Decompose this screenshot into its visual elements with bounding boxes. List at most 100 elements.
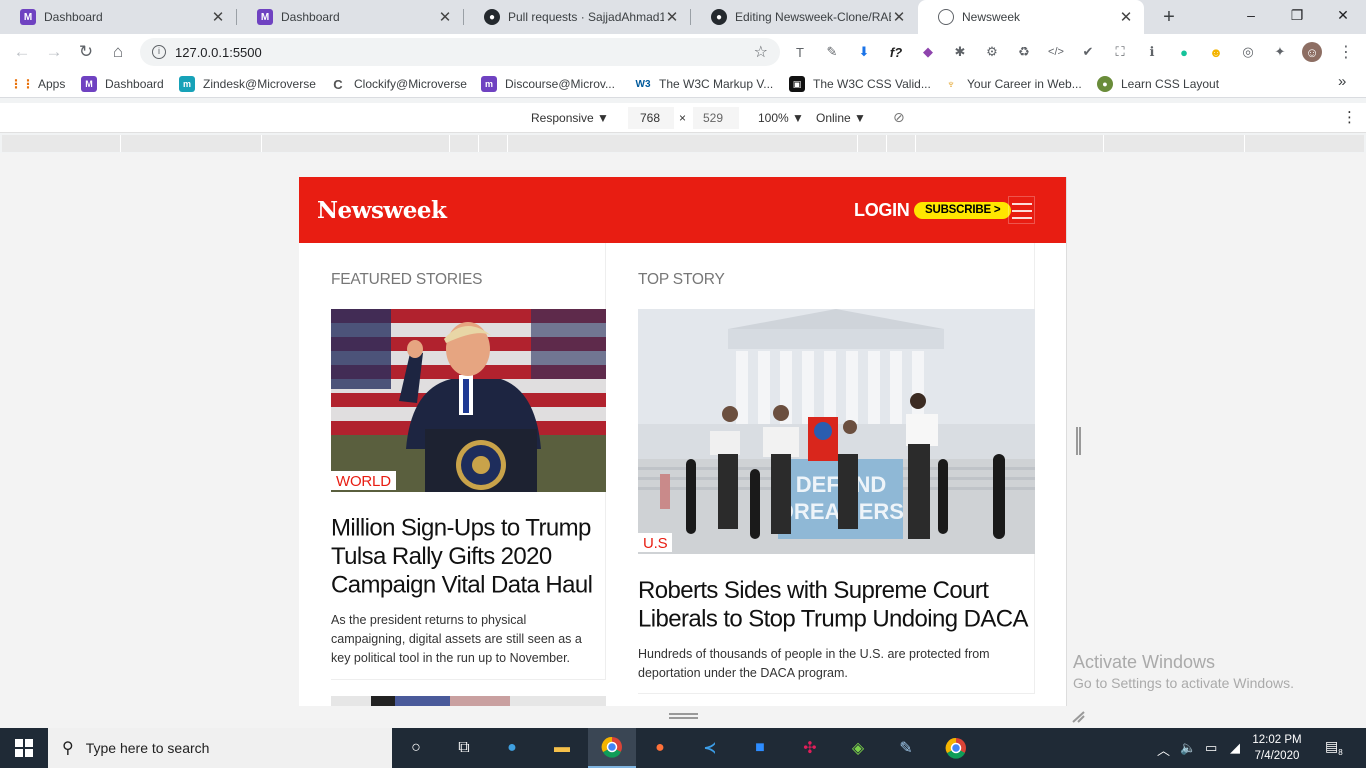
subscribe-button[interactable]: SUBSCRIBE > bbox=[914, 202, 1012, 219]
site-logo[interactable]: Newsweek bbox=[317, 197, 447, 224]
system-clock[interactable]: 12:02 PM 7/4/2020 bbox=[1250, 732, 1304, 764]
device-more-icon[interactable]: ⋮ bbox=[1342, 108, 1357, 126]
info-extension-icon[interactable]: ℹ bbox=[1142, 42, 1162, 62]
bookmark-apps[interactable]: ⋮⋮ Apps bbox=[10, 76, 65, 92]
zendesk-icon: m bbox=[179, 76, 195, 92]
category-tag-us[interactable]: U.S bbox=[638, 533, 673, 552]
forward-button[interactable]: → bbox=[41, 39, 67, 65]
throttle-select[interactable]: Online ▼ bbox=[816, 111, 866, 125]
bookmark-css-layout[interactable]: ● Learn CSS Layout bbox=[1097, 76, 1219, 92]
next-story-photo bbox=[331, 696, 606, 706]
minimize-button[interactable]: – bbox=[1228, 0, 1274, 30]
maximize-button[interactable]: ❐ bbox=[1274, 0, 1320, 30]
recycle-extension-icon[interactable]: ♻ bbox=[1014, 42, 1034, 62]
color-extension-icon[interactable]: ◆ bbox=[918, 42, 938, 62]
bookmark-dashboard[interactable]: M Dashboard bbox=[81, 76, 164, 92]
microverse-icon: M bbox=[257, 9, 273, 25]
tab-editing-newsweek[interactable]: ● Editing Newsweek-Clone/RAED ✕ bbox=[691, 0, 917, 34]
compass-extension-icon[interactable]: ◎ bbox=[1238, 42, 1258, 62]
bookmark-zendesk[interactable]: m Zindesk@Microverse bbox=[179, 76, 316, 92]
code-extension-icon[interactable]: </> bbox=[1046, 42, 1066, 62]
top-headline[interactable]: Roberts Sides with Supreme Court Liberal… bbox=[638, 576, 1028, 633]
home-button[interactable]: ⌂ bbox=[105, 39, 131, 65]
paint-icon[interactable]: ✎ bbox=[882, 728, 930, 768]
bookmark-w3c-markup[interactable]: W3 The W3C Markup V... bbox=[635, 76, 774, 92]
address-bar[interactable]: i 127.0.0.1:5500 ☆ bbox=[140, 38, 780, 66]
bookmark-w3c-css[interactable]: ▣ The W3C CSS Valid... bbox=[789, 76, 931, 92]
close-icon[interactable]: ✕ bbox=[664, 8, 680, 26]
check-extension-icon[interactable]: ✔ bbox=[1078, 42, 1098, 62]
tab-dashboard-1[interactable]: M Dashboard ✕ bbox=[0, 0, 236, 34]
volume-icon[interactable]: 🔈 bbox=[1180, 740, 1196, 756]
resize-handle-right[interactable] bbox=[1076, 427, 1081, 455]
tab-pull-requests[interactable]: ● Pull requests · SajjadAhmad14/ ✕ bbox=[464, 0, 690, 34]
width-input[interactable]: 768 bbox=[628, 107, 674, 129]
bookmark-career[interactable]: ♆ Your Career in Web... bbox=[943, 76, 1082, 92]
chrome-menu-icon[interactable]: ⋮ bbox=[1336, 42, 1356, 62]
battery-icon[interactable]: ▭ bbox=[1205, 740, 1217, 756]
slack-icon[interactable]: ✣ bbox=[786, 728, 834, 768]
next-story-image[interactable] bbox=[331, 696, 606, 706]
top-story-image[interactable]: DEFEND DREAMERS bbox=[638, 309, 1035, 554]
height-input[interactable]: 529 bbox=[693, 107, 739, 129]
task-view-icon[interactable]: ⧉ bbox=[440, 728, 488, 768]
chrome-secondary-icon[interactable] bbox=[932, 728, 980, 768]
taskbar-search-box[interactable]: ⚲ Type here to search bbox=[48, 728, 392, 768]
edge-icon[interactable]: ● bbox=[488, 728, 536, 768]
clockify-icon: C bbox=[333, 76, 343, 92]
file-explorer-icon[interactable]: ▬ bbox=[538, 728, 586, 768]
hamburger-menu-icon[interactable] bbox=[1008, 196, 1035, 224]
featured-story-image[interactable] bbox=[331, 309, 606, 492]
featured-headline[interactable]: Million Sign-Ups to Trump Tulsa Rally Gi… bbox=[331, 514, 601, 600]
resize-handle-bottom[interactable] bbox=[669, 713, 698, 719]
close-window-button[interactable]: ✕ bbox=[1320, 0, 1366, 30]
login-link[interactable]: LOGIN bbox=[854, 200, 910, 221]
site-info-icon[interactable]: i bbox=[152, 45, 166, 59]
zoom-icon[interactable]: ■ bbox=[736, 728, 784, 768]
device-select[interactable]: Responsive ▼ bbox=[531, 111, 609, 125]
clock-time: 12:02 PM bbox=[1252, 734, 1302, 746]
close-icon[interactable]: ✕ bbox=[891, 8, 907, 26]
close-icon[interactable]: ✕ bbox=[1118, 8, 1134, 26]
resize-handle-corner[interactable] bbox=[1071, 711, 1085, 723]
font-extension-icon[interactable]: f? bbox=[886, 42, 906, 62]
vscode-icon[interactable]: ≺ bbox=[686, 728, 734, 768]
grammarly-extension-icon[interactable]: ● bbox=[1174, 42, 1194, 62]
avatar[interactable]: ☺ bbox=[1302, 42, 1322, 62]
new-tab-button[interactable]: + bbox=[1156, 4, 1182, 30]
bookmark-star-icon[interactable]: ☆ bbox=[754, 42, 768, 62]
settings-extension-icon[interactable]: ⚙ bbox=[982, 42, 1002, 62]
bookmarks-overflow-button[interactable]: » bbox=[1338, 73, 1346, 90]
zoom-label: 100% bbox=[758, 111, 789, 125]
people-extension-icon[interactable]: ☻ bbox=[1206, 42, 1226, 62]
chevron-up-icon[interactable]: ︿ bbox=[1157, 740, 1170, 759]
bookmark-discourse[interactable]: m Discourse@Microv... bbox=[481, 76, 615, 92]
resize-extension-icon[interactable]: ⛶ bbox=[1110, 42, 1130, 62]
bug-extension-icon[interactable]: ✱ bbox=[950, 42, 970, 62]
bookmark-clockify[interactable]: C Clockify@Microverse bbox=[330, 76, 467, 92]
media-query-bar[interactable] bbox=[2, 135, 1364, 152]
tab-dashboard-2[interactable]: M Dashboard ✕ bbox=[237, 0, 463, 34]
tab-newsweek[interactable]: Newsweek ✕ bbox=[918, 0, 1144, 34]
device-toolbar: Responsive ▼ 768 × 529 100% ▼ Online ▼ ⊘… bbox=[0, 103, 1366, 133]
chrome-taskbar-icon[interactable] bbox=[588, 728, 636, 768]
firefox-icon[interactable]: ● bbox=[636, 728, 684, 768]
close-icon[interactable]: ✕ bbox=[210, 8, 226, 26]
notifications-icon[interactable]: ▤8 bbox=[1325, 738, 1343, 757]
close-icon[interactable]: ✕ bbox=[437, 8, 453, 26]
search-icon: ⚲ bbox=[62, 740, 74, 757]
text-extension-icon[interactable]: T bbox=[790, 42, 810, 62]
zoom-select[interactable]: 100% ▼ bbox=[758, 111, 804, 125]
puzzle-extensions-icon[interactable]: ✦ bbox=[1270, 42, 1290, 62]
eyedropper-extension-icon[interactable]: ✎ bbox=[822, 42, 842, 62]
reload-button[interactable]: ↻ bbox=[73, 39, 99, 65]
category-tag-world[interactable]: WORLD bbox=[331, 471, 396, 490]
back-button[interactable]: ← bbox=[9, 39, 35, 65]
cortana-icon[interactable]: ○ bbox=[392, 728, 440, 768]
download-extension-icon[interactable]: ⬇ bbox=[854, 42, 874, 62]
caret-down-icon: ▼ bbox=[854, 111, 866, 125]
rotate-icon[interactable]: ⊘ bbox=[893, 109, 905, 126]
wifi-icon[interactable]: ◢ bbox=[1230, 740, 1240, 756]
start-button[interactable] bbox=[0, 728, 48, 768]
gitkraken-icon[interactable]: ◈ bbox=[834, 728, 882, 768]
